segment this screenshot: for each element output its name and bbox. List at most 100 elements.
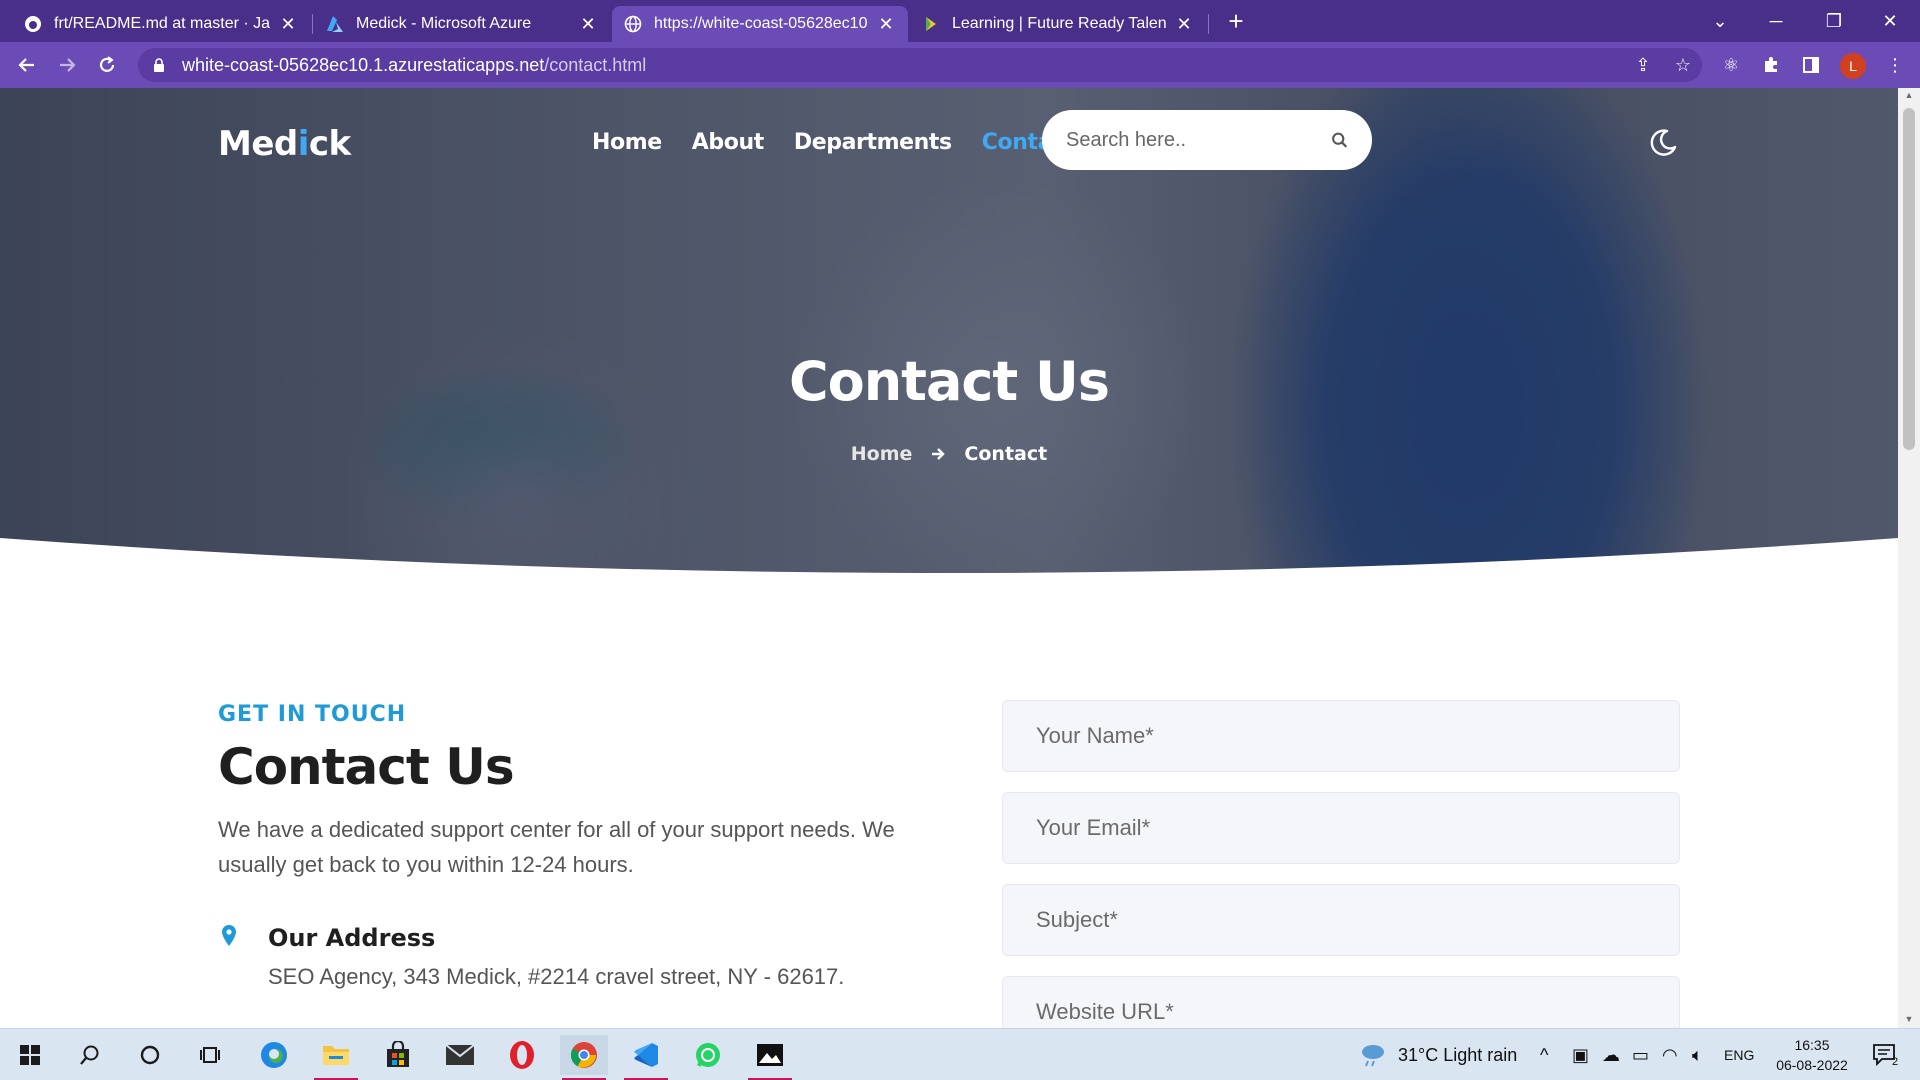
email-input[interactable] bbox=[1036, 815, 1679, 841]
profile-avatar[interactable]: L bbox=[1840, 53, 1866, 79]
name-input[interactable] bbox=[1036, 723, 1679, 749]
scroll-down-icon[interactable]: ▼ bbox=[1903, 1014, 1915, 1024]
action-center-button[interactable]: 2 bbox=[1872, 1029, 1898, 1080]
close-icon[interactable]: ✕ bbox=[876, 14, 896, 35]
azure-icon bbox=[326, 15, 344, 33]
input-language-indicator[interactable]: ENG bbox=[1724, 1029, 1754, 1080]
meet-now-icon[interactable]: ▣ bbox=[1572, 1029, 1589, 1080]
forward-arrow-icon bbox=[60, 58, 76, 72]
tab-learning[interactable]: Learning | Future Ready Talent ✕ bbox=[910, 6, 1206, 42]
notification-count: 2 bbox=[1892, 1056, 1899, 1068]
search-icon[interactable] bbox=[1331, 130, 1348, 150]
start-button[interactable] bbox=[6, 1035, 54, 1075]
tab-separator bbox=[1208, 14, 1209, 34]
weather-widget[interactable]: 31°C Light rain bbox=[1358, 1029, 1517, 1080]
tab-search-icon[interactable]: ⌄ bbox=[1692, 0, 1748, 42]
nav-departments[interactable]: Departments bbox=[794, 130, 952, 155]
back-button[interactable] bbox=[12, 50, 42, 80]
tab-title: Medick - Microsoft Azure bbox=[356, 15, 532, 32]
tab-title: Learning | Future Ready Talent bbox=[952, 15, 1166, 32]
menu-kebab-icon[interactable]: ⋮ bbox=[1882, 52, 1908, 78]
address-text: SEO Agency, 343 Medick, #2214 cravel str… bbox=[268, 964, 845, 989]
chrome-icon bbox=[570, 1042, 597, 1068]
search-input[interactable] bbox=[1066, 128, 1331, 152]
wifi-icon[interactable]: ◠ bbox=[1662, 1029, 1678, 1080]
opera-app-button[interactable] bbox=[498, 1035, 546, 1075]
address-bar[interactable]: white-coast-05628ec10.1.azurestaticapps.… bbox=[138, 48, 1702, 82]
share-icon[interactable]: ⇪ bbox=[1630, 52, 1656, 78]
dark-mode-moon-icon[interactable] bbox=[1648, 128, 1678, 158]
store-bag-icon bbox=[387, 1041, 409, 1067]
close-icon[interactable]: ✕ bbox=[278, 14, 298, 35]
page-viewport: Medick Home About Departments Contact Co… bbox=[0, 88, 1898, 1028]
breadcrumb-home-link[interactable]: Home bbox=[851, 443, 913, 465]
arrow-right-icon bbox=[932, 448, 946, 460]
browser-toolbar: white-coast-05628ec10.1.azurestaticapps.… bbox=[0, 42, 1920, 88]
map-pin-icon bbox=[222, 925, 236, 946]
subject-input[interactable] bbox=[1036, 907, 1679, 933]
vscode-app-button[interactable] bbox=[622, 1035, 670, 1080]
forward-button[interactable] bbox=[52, 50, 82, 80]
mail-app-button[interactable] bbox=[436, 1035, 484, 1075]
search-icon bbox=[80, 1045, 99, 1065]
minimize-button[interactable]: ─ bbox=[1748, 0, 1804, 42]
cortana-button[interactable] bbox=[126, 1035, 174, 1075]
vscode-icon bbox=[634, 1043, 658, 1067]
tab-github-readme[interactable]: frt/README.md at master · Jayala ✕ bbox=[12, 6, 310, 42]
tray-overflow-chevron-icon[interactable]: ^ bbox=[1540, 1029, 1548, 1080]
react-devtools-icon[interactable]: ⚛ bbox=[1718, 52, 1744, 78]
restore-button[interactable]: ❐ bbox=[1806, 0, 1862, 42]
folder-icon bbox=[323, 1046, 349, 1065]
onedrive-cloud-icon[interactable]: ☁ bbox=[1602, 1029, 1620, 1080]
task-view-button[interactable] bbox=[186, 1035, 234, 1075]
reload-button[interactable] bbox=[92, 50, 122, 80]
whatsapp-icon bbox=[696, 1043, 720, 1067]
hero-banner: Medick Home About Departments Contact Co… bbox=[0, 88, 1898, 580]
close-window-button[interactable]: ✕ bbox=[1862, 0, 1918, 42]
site-logo[interactable]: Medick bbox=[218, 124, 351, 164]
side-panel-icon[interactable] bbox=[1798, 52, 1824, 78]
back-arrow-icon bbox=[18, 58, 34, 72]
contact-intro: We have a dedicated support center for a… bbox=[218, 817, 895, 877]
reload-icon bbox=[99, 56, 115, 72]
subject-field bbox=[1002, 884, 1680, 956]
logo-text-part: ck bbox=[308, 124, 351, 164]
learning-icon bbox=[922, 15, 940, 33]
store-app-button[interactable] bbox=[374, 1035, 422, 1075]
lock-icon bbox=[154, 58, 164, 72]
clock-date: 06-08-2022 bbox=[1776, 1057, 1848, 1073]
volume-muted-icon[interactable]: 🔈︎ bbox=[1692, 1029, 1703, 1080]
website-field bbox=[1002, 976, 1680, 1028]
bookmark-star-icon[interactable]: ☆ bbox=[1670, 52, 1696, 78]
photos-app-button[interactable] bbox=[746, 1035, 794, 1080]
windows-taskbar: 31°C Light rain ^ ▣ ☁ ▭ ◠ 🔈︎ ENG 16:35 0… bbox=[0, 1028, 1920, 1080]
tab-azure[interactable]: Medick - Microsoft Azure ✕ bbox=[314, 6, 610, 42]
task-view-icon bbox=[200, 1047, 220, 1063]
rain-cloud-icon bbox=[1362, 1045, 1384, 1067]
nav-about[interactable]: About bbox=[692, 130, 764, 155]
whatsapp-app-button[interactable] bbox=[684, 1035, 732, 1075]
scrollbar-thumb[interactable] bbox=[1903, 108, 1915, 450]
battery-icon[interactable]: ▭ bbox=[1632, 1029, 1649, 1080]
address-heading: Our Address bbox=[268, 924, 436, 952]
taskbar-search-button[interactable] bbox=[66, 1035, 114, 1075]
scroll-up-icon[interactable]: ▲ bbox=[1903, 90, 1915, 100]
edge-app-button[interactable] bbox=[250, 1035, 298, 1075]
file-explorer-app-button[interactable] bbox=[312, 1035, 360, 1080]
clock-time: 16:35 bbox=[1794, 1037, 1830, 1053]
page-scrollbar[interactable]: ▲ ▼ bbox=[1898, 88, 1920, 1028]
cortana-circle-icon bbox=[140, 1045, 160, 1065]
logo-accent-letter: i bbox=[297, 124, 310, 164]
taskbar-clock[interactable]: 16:35 06-08-2022 bbox=[1764, 1035, 1860, 1075]
chrome-app-button[interactable] bbox=[560, 1035, 608, 1080]
close-icon[interactable]: ✕ bbox=[578, 14, 598, 35]
website-input[interactable] bbox=[1036, 999, 1679, 1025]
tab-contact-page[interactable]: https://white-coast-05628ec10.1 ✕ bbox=[612, 6, 908, 42]
site-search bbox=[1042, 110, 1372, 170]
breadcrumb-current: Contact bbox=[964, 443, 1048, 465]
mail-envelope-icon bbox=[445, 1044, 475, 1065]
close-icon[interactable]: ✕ bbox=[1174, 14, 1194, 35]
nav-home[interactable]: Home bbox=[592, 130, 662, 155]
new-tab-button[interactable]: + bbox=[1222, 8, 1250, 36]
extensions-puzzle-icon[interactable] bbox=[1758, 52, 1784, 78]
